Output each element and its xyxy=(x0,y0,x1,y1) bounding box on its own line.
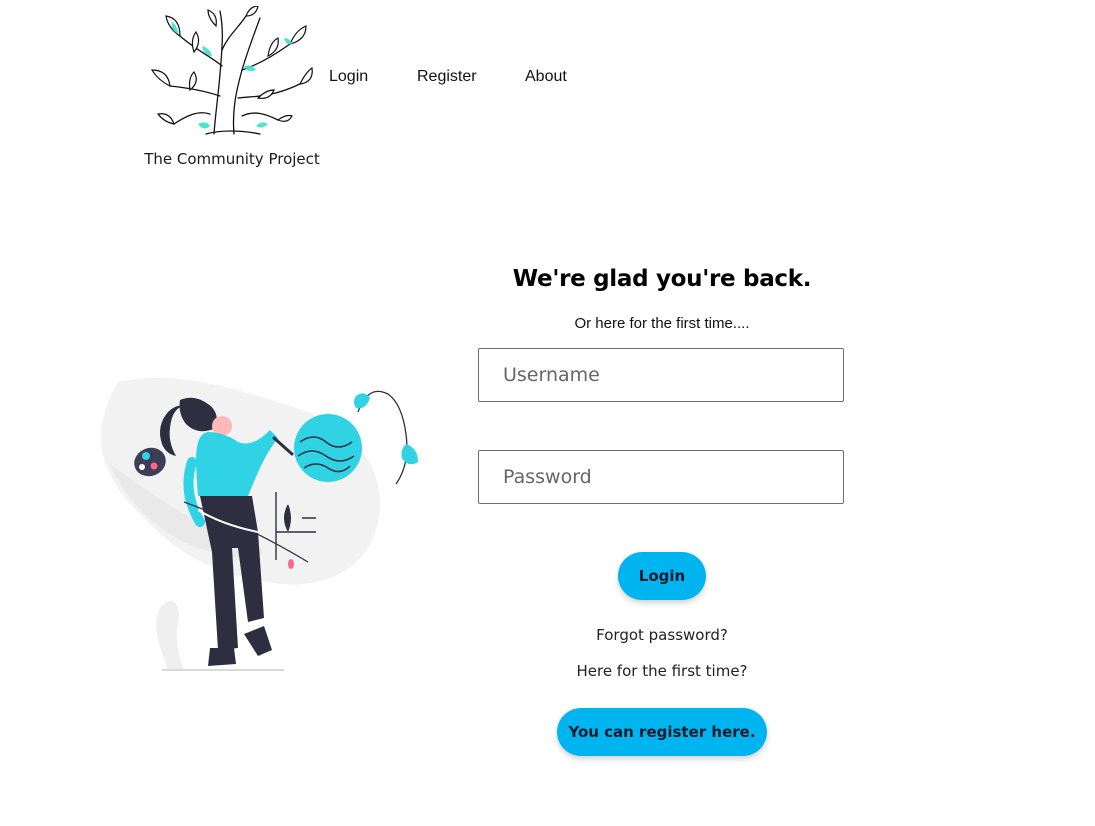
login-heading: We're glad you're back. xyxy=(512,266,812,292)
password-input[interactable] xyxy=(478,450,844,504)
brand-name: The Community Project xyxy=(144,150,320,168)
login-subheading: Or here for the first time.... xyxy=(574,315,750,332)
nav-about-link[interactable]: About xyxy=(525,68,567,86)
register-button[interactable]: You can register here. xyxy=(557,708,767,756)
forgot-password-link[interactable]: Forgot password? xyxy=(478,626,846,644)
nav-register-link[interactable]: Register xyxy=(417,68,477,86)
woman-painting-illustration xyxy=(101,377,418,671)
nav-login-link[interactable]: Login xyxy=(329,68,368,86)
login-button[interactable]: Login xyxy=(618,552,706,600)
first-time-text: Here for the first time? xyxy=(576,662,748,680)
tree-logo-icon xyxy=(150,6,313,135)
username-input[interactable] xyxy=(478,348,844,402)
